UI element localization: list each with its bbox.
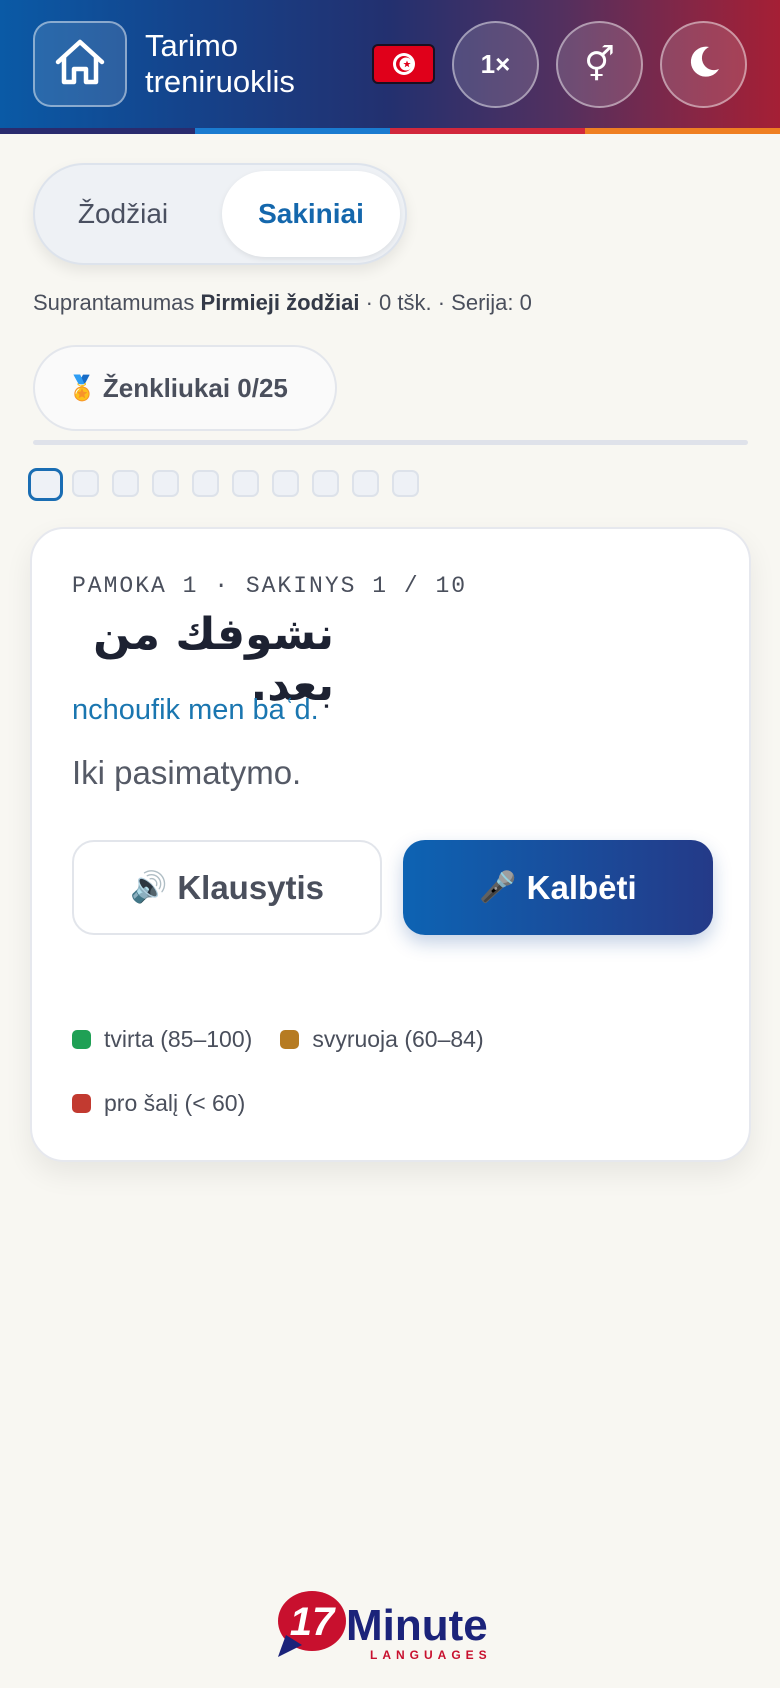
- step-dot[interactable]: [112, 470, 139, 497]
- medal-icon: 🏅: [67, 374, 97, 402]
- step-dot[interactable]: [72, 470, 99, 497]
- tunisia-flag-button[interactable]: [372, 44, 435, 84]
- legend-item-firm: tvirta (85–100): [72, 1026, 252, 1053]
- sentence-card: PAMOKA 1 · SAKINYS 1 / 10 نشوفك من بعد. …: [30, 527, 751, 1162]
- step-dot[interactable]: [192, 470, 219, 497]
- app-title-line1: Tarimo: [145, 28, 239, 63]
- listen-label: Klausytis: [177, 868, 325, 906]
- tab-words[interactable]: Žodžiai: [43, 171, 203, 257]
- speed-button[interactable]: 1×: [452, 21, 539, 108]
- legend-item-wavering: svyruoja (60–84): [280, 1026, 484, 1053]
- legend-swatch-red: [72, 1094, 91, 1113]
- legend-label: svyruoja (60–84): [312, 1026, 484, 1052]
- gender-icon: ⚥: [584, 45, 615, 84]
- status-level: Pirmieji žodžiai: [200, 290, 360, 315]
- app-title-line2: treniruoklis: [145, 64, 295, 99]
- badges-button[interactable]: 🏅 Ženkliukai 0/25: [33, 345, 337, 431]
- home-button[interactable]: [33, 21, 127, 107]
- comprehension-status: Suprantamumas Pirmieji žodžiai · 0 tšk. …: [33, 290, 753, 316]
- legend-item-miss: pro šalį (< 60): [72, 1090, 245, 1117]
- tab-sentences[interactable]: Sakiniai: [222, 171, 400, 257]
- transliteration: nchoufik men baʿd.: [72, 694, 319, 726]
- tunisia-flag-icon: [392, 53, 415, 75]
- svg-text:17: 17: [290, 1600, 336, 1644]
- badges-count: 0/25: [237, 372, 288, 403]
- legend-swatch-amber: [280, 1030, 300, 1049]
- step-dot[interactable]: [28, 468, 63, 501]
- microphone-icon: 🎤: [479, 871, 517, 904]
- svg-text:Minute: Minute: [346, 1601, 488, 1650]
- status-points-streak: · 0 tšk. · Serija: 0: [365, 290, 532, 315]
- speed-label: 1×: [480, 49, 511, 79]
- translation: Iki pasimatymo.: [72, 754, 302, 791]
- app-title: Tarimo treniruoklis: [145, 28, 345, 100]
- step-dot[interactable]: [232, 470, 259, 497]
- progress-track: [33, 440, 748, 445]
- legend-label: tvirta (85–100): [104, 1026, 253, 1052]
- legend-label: pro šalį (< 60): [104, 1090, 246, 1116]
- app-header: Tarimo treniruoklis 1× ⚥: [0, 0, 780, 128]
- step-dot[interactable]: [352, 470, 379, 497]
- header-color-stripe: [0, 128, 780, 134]
- mode-toggle: Žodžiai Sakiniai: [33, 163, 407, 265]
- score-legend-row-1: tvirta (85–100) svyruoja (60–84): [72, 1026, 512, 1053]
- step-dot[interactable]: [312, 470, 339, 497]
- status-prefix: Suprantamumas: [33, 290, 195, 315]
- legend-swatch-green: [72, 1030, 91, 1049]
- score-legend-row-2: pro šalį (< 60): [72, 1090, 273, 1117]
- step-dot[interactable]: [152, 470, 179, 497]
- 17minute-languages-logo: 17 Minute LANGUAGES: [276, 1585, 506, 1665]
- listen-button[interactable]: 🔊 Klausytis: [72, 840, 382, 935]
- svg-text:LANGUAGES: LANGUAGES: [370, 1648, 492, 1662]
- speaker-icon: 🔊: [129, 871, 168, 904]
- step-dot[interactable]: [272, 470, 299, 497]
- theme-toggle-button[interactable]: [660, 21, 747, 108]
- step-dot[interactable]: [392, 470, 419, 497]
- badges-label: Ženkliukai: [102, 372, 231, 403]
- home-icon: [54, 38, 106, 91]
- moon-icon: [685, 43, 723, 86]
- speak-label: Kalbėti: [526, 868, 637, 906]
- lesson-label: PAMOKA 1 · SAKINYS 1 / 10: [72, 573, 468, 599]
- speak-button[interactable]: 🎤 Kalbėti: [403, 840, 713, 935]
- voice-gender-button[interactable]: ⚥: [556, 21, 643, 108]
